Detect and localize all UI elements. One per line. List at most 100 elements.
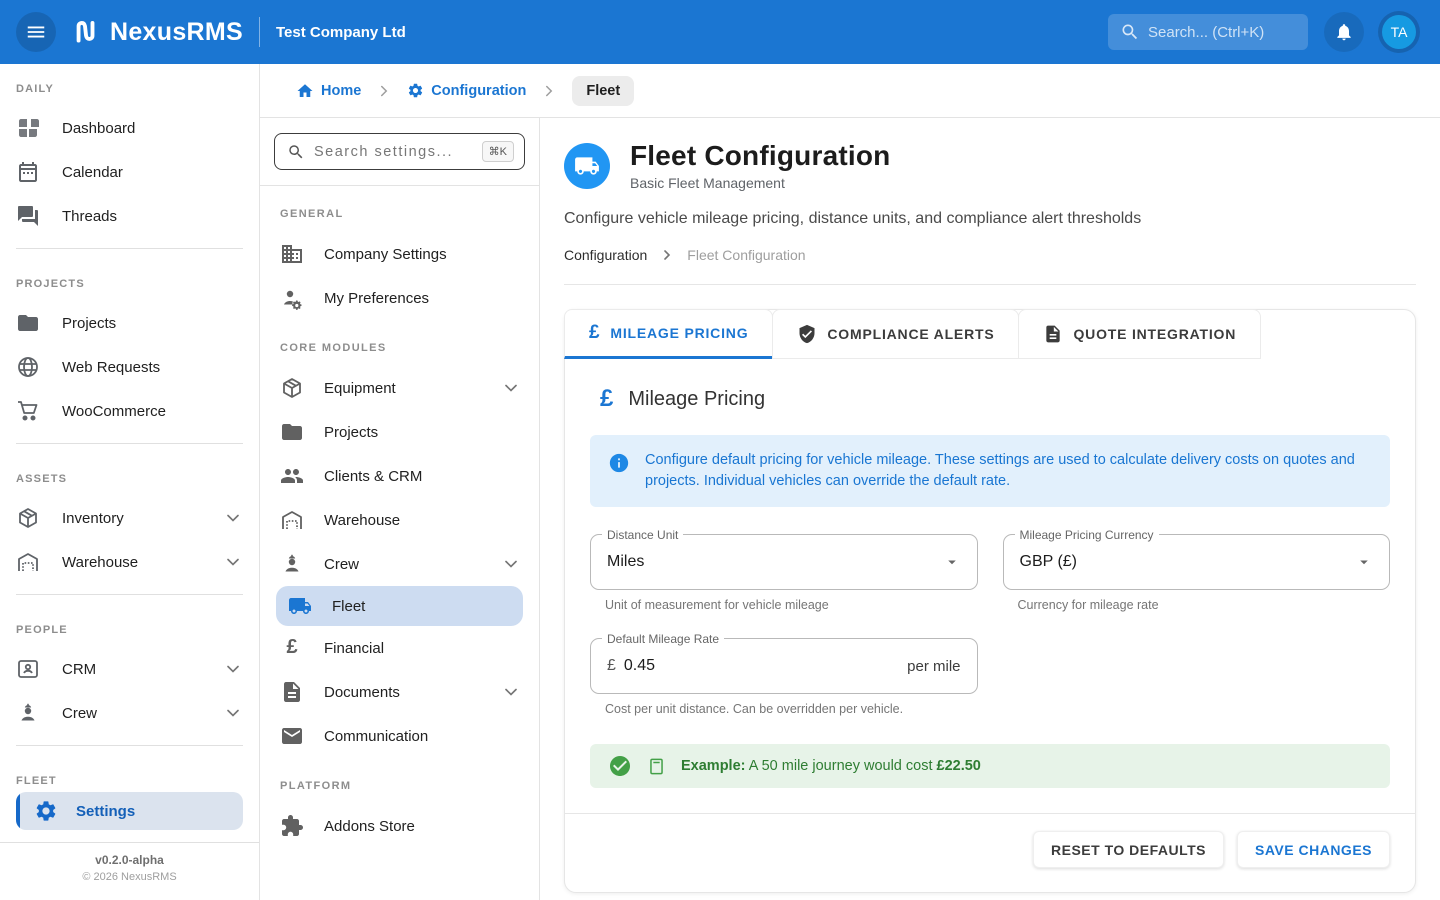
sidebar-item-label: Inventory xyxy=(62,510,201,527)
sidebar-item-projects[interactable]: Projects xyxy=(0,301,259,345)
sidebar-item-settings[interactable]: Settings xyxy=(16,792,243,830)
sidebar-item-crm[interactable]: CRM xyxy=(0,647,259,691)
field-helper: Cost per unit distance. Can be overridde… xyxy=(605,702,978,716)
section-label-platform: PLATFORM xyxy=(260,758,539,804)
breadcrumb-current: Fleet xyxy=(572,76,634,106)
globe-icon xyxy=(16,355,40,379)
field-value: Miles xyxy=(607,553,943,571)
sidebar-item-label: Settings xyxy=(76,803,135,820)
notifications-button[interactable] xyxy=(1324,12,1364,52)
sidebar-item-label: WooCommerce xyxy=(62,403,243,420)
sidebar-item-web-requests[interactable]: Web Requests xyxy=(0,345,259,389)
settings-item-label: My Preferences xyxy=(324,290,521,307)
shield-check-icon xyxy=(797,324,817,344)
settings-item-label: Equipment xyxy=(324,380,481,397)
sidebar-item-inventory[interactable]: Inventory xyxy=(0,496,259,540)
settings-search-input[interactable] xyxy=(314,144,473,160)
section-title: Mileage Pricing xyxy=(628,388,765,411)
settings-item-communication[interactable]: Communication xyxy=(260,714,539,758)
sidebar-item-dashboard[interactable]: Dashboard xyxy=(0,106,259,150)
brand-logo[interactable]: NexusRMS xyxy=(70,17,243,47)
settings-item-equipment[interactable]: Equipment xyxy=(260,366,539,410)
section-label-core-modules: CORE MODULES xyxy=(260,320,539,366)
page-title: Fleet Configuration xyxy=(630,140,890,172)
settings-item-label: Warehouse xyxy=(324,512,521,529)
settings-item-documents[interactable]: Documents xyxy=(260,670,539,714)
settings-item-warehouse[interactable]: Warehouse xyxy=(260,498,539,542)
section-label-assets: ASSETS xyxy=(0,454,259,496)
account-button[interactable]: TA xyxy=(1378,11,1420,53)
main-sidebar-scroll[interactable]: DAILY Dashboard Calendar Threads PROJECT… xyxy=(0,64,259,786)
default-mileage-rate-input[interactable]: Default Mileage Rate £ 0.45 per mile xyxy=(590,638,978,694)
sidebar-item-crew[interactable]: Crew xyxy=(0,691,259,735)
box-icon xyxy=(16,506,40,530)
check-circle-icon xyxy=(608,754,632,778)
sidebar-item-label: Web Requests xyxy=(62,359,243,376)
settings-item-clients-crm[interactable]: Clients & CRM xyxy=(260,454,539,498)
global-search[interactable] xyxy=(1108,14,1308,50)
pound-icon: £ xyxy=(280,636,304,660)
person-gear-icon xyxy=(280,286,304,310)
divider xyxy=(16,594,243,595)
sidebar-item-label: Crew xyxy=(62,705,201,722)
sidebar-item-woocommerce[interactable]: WooCommerce xyxy=(0,389,259,433)
tab-compliance-alerts[interactable]: COMPLIANCE ALERTS xyxy=(772,309,1019,359)
settings-item-projects[interactable]: Projects xyxy=(260,410,539,454)
currency-select[interactable]: Mileage Pricing Currency GBP (£) xyxy=(1003,534,1391,590)
dropdown-arrow-icon xyxy=(1355,553,1373,571)
settings-item-addons-store[interactable]: Addons Store xyxy=(260,804,539,848)
divider xyxy=(16,745,243,746)
chevron-down-icon xyxy=(223,703,243,723)
settings-item-label: Crew xyxy=(324,556,481,573)
calendar-icon xyxy=(16,160,40,184)
puzzle-icon xyxy=(280,814,304,838)
pound-icon: £ xyxy=(589,322,600,344)
fleet-avatar xyxy=(564,143,610,189)
settings-item-label: Projects xyxy=(324,424,521,441)
chevron-down-icon xyxy=(501,378,521,398)
reset-defaults-button[interactable]: RESET TO DEFAULTS xyxy=(1033,831,1224,868)
save-changes-button[interactable]: SAVE CHANGES xyxy=(1237,831,1390,868)
main-content: Fleet Configuration Basic Fleet Manageme… xyxy=(540,118,1440,900)
divider xyxy=(16,248,243,249)
settings-item-label: Communication xyxy=(324,728,521,745)
page-description: Configure vehicle mileage pricing, dista… xyxy=(564,210,1416,228)
breadcrumb-fleet-configuration: Fleet Configuration xyxy=(687,247,805,263)
field-helper: Currency for mileage rate xyxy=(1018,598,1391,612)
tab-mileage-pricing[interactable]: £ MILEAGE PRICING xyxy=(564,309,773,359)
folder-icon xyxy=(280,420,304,444)
settings-item-company-settings[interactable]: Company Settings xyxy=(260,232,539,276)
menu-button[interactable] xyxy=(16,12,56,52)
sidebar-item-threads[interactable]: Threads xyxy=(0,194,259,238)
info-alert-text: Configure default pricing for vehicle mi… xyxy=(645,450,1372,492)
settings-item-my-preferences[interactable]: My Preferences xyxy=(260,276,539,320)
chevron-right-icon xyxy=(375,82,393,100)
sidebar-item-label: Projects xyxy=(62,315,243,332)
settings-search[interactable]: ⌘K xyxy=(274,133,525,170)
chevron-right-icon xyxy=(540,82,558,100)
breadcrumb-configuration[interactable]: Configuration xyxy=(564,247,647,263)
dropdown-arrow-icon xyxy=(943,553,961,571)
building-icon xyxy=(280,242,304,266)
appbar-divider xyxy=(259,17,260,47)
distance-unit-select[interactable]: Distance Unit Miles xyxy=(590,534,978,590)
gear-icon xyxy=(407,82,424,99)
warehouse-icon xyxy=(280,508,304,532)
truck-icon xyxy=(574,153,600,179)
settings-item-financial[interactable]: £ Financial xyxy=(260,626,539,670)
settings-item-label: Addons Store xyxy=(324,818,521,835)
sidebar-item-calendar[interactable]: Calendar xyxy=(0,150,259,194)
fleet-config-card: £ MILEAGE PRICING COMPLIANCE ALERTS QUOT… xyxy=(564,309,1416,893)
field-helper: Unit of measurement for vehicle mileage xyxy=(605,598,978,612)
global-search-input[interactable] xyxy=(1148,24,1288,41)
chat-icon xyxy=(16,204,40,228)
chevron-down-icon xyxy=(501,682,521,702)
sidebar-item-warehouse[interactable]: Warehouse xyxy=(0,540,259,584)
company-name: Test Company Ltd xyxy=(276,24,406,41)
divider xyxy=(16,443,243,444)
settings-item-crew[interactable]: Crew xyxy=(260,542,539,586)
breadcrumb-home[interactable]: Home xyxy=(296,82,361,100)
tab-quote-integration[interactable]: QUOTE INTEGRATION xyxy=(1018,309,1261,359)
breadcrumb-configuration[interactable]: Configuration xyxy=(407,82,526,99)
settings-item-fleet[interactable]: Fleet xyxy=(276,586,523,626)
